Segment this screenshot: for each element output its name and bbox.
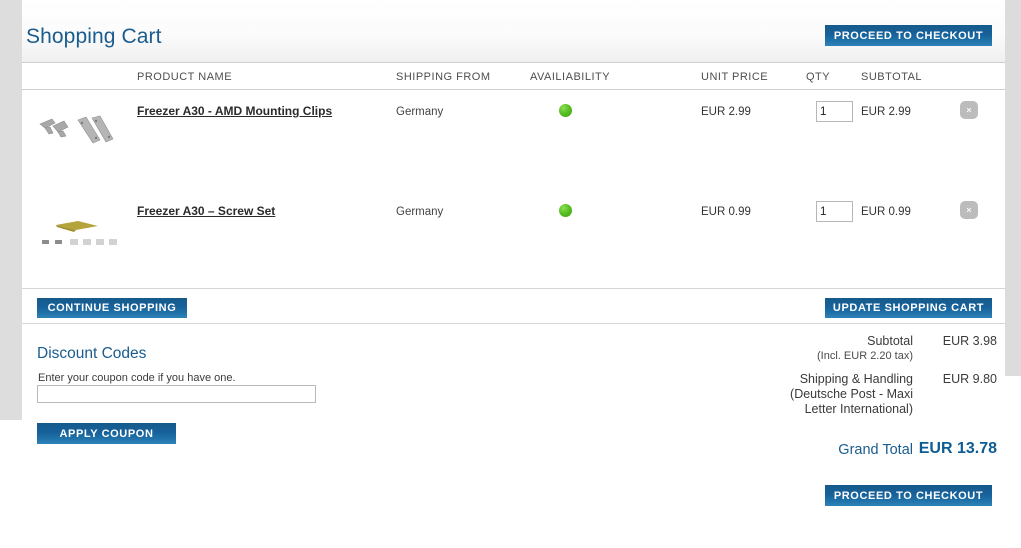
table-row: Freezer A30 – Screw Set Germany EUR 0.99…: [22, 190, 1005, 289]
status-badge-in-stock: [559, 204, 572, 217]
shopping-cart-page: Shopping Cart PROCEED TO CHECKOUT PRODUC…: [0, 0, 1021, 548]
remove-item-button[interactable]: [960, 201, 978, 219]
subtotal-label: Subtotal: [867, 334, 913, 348]
column-header-availability: AVAILIABILITY: [530, 71, 611, 83]
subtotal-value: EUR 0.99: [861, 206, 911, 218]
cart-actions-bar: CONTINUE SHOPPING UPDATE SHOPPING CART: [22, 289, 1005, 324]
shipping-amount: EUR 9.80: [942, 372, 997, 386]
column-header-qty: QTY: [806, 71, 831, 83]
table-row: Freezer A30 - AMD Mounting Clips Germany…: [22, 90, 1005, 190]
discount-codes-note: Enter your coupon code if you have one.: [38, 372, 236, 384]
discount-codes-title: Discount Codes: [37, 345, 147, 362]
shipping-method-line2: Letter International): [804, 402, 913, 416]
update-shopping-cart-button[interactable]: UPDATE SHOPPING CART: [825, 298, 992, 318]
grand-total-amount: EUR 13.78: [918, 440, 997, 457]
column-header-unit-price: UNIT PRICE: [701, 71, 769, 83]
subtotal-tax-note: (Incl. EUR 2.20 tax): [817, 350, 913, 362]
left-gutter: [0, 0, 22, 420]
shipping-label: Shipping & Handling: [799, 372, 913, 386]
cart-table-header: PRODUCT NAME SHIPPING FROM AVAILIABILITY…: [22, 62, 1005, 90]
coupon-code-input[interactable]: [37, 385, 316, 403]
column-header-product-name: PRODUCT NAME: [137, 71, 233, 83]
mounting-clips-image[interactable]: [26, 104, 126, 166]
remove-item-button[interactable]: [960, 101, 978, 119]
page-header: Shopping Cart PROCEED TO CHECKOUT: [22, 0, 1005, 62]
column-header-subtotal: SUBTOTAL: [861, 71, 923, 83]
quantity-input[interactable]: [816, 101, 853, 122]
close-icon: [966, 107, 972, 113]
cart-content: Shopping Cart PROCEED TO CHECKOUT PRODUC…: [22, 0, 1005, 548]
grand-total-label: Grand Total: [838, 442, 913, 458]
proceed-to-checkout-button-bottom[interactable]: PROCEED TO CHECKOUT: [825, 485, 992, 506]
cart-footer-section: Discount Codes Enter your coupon code if…: [22, 324, 1005, 548]
close-icon: [966, 207, 972, 213]
product-name-link[interactable]: Freezer A30 - AMD Mounting Clips: [137, 104, 332, 118]
shipping-from-value: Germany: [396, 106, 444, 118]
unit-price-value: EUR 2.99: [701, 106, 751, 118]
status-badge-in-stock: [559, 104, 572, 117]
quantity-input[interactable]: [816, 201, 853, 222]
right-gutter: [1005, 0, 1021, 376]
subtotal-amount: EUR 3.98: [942, 334, 997, 348]
unit-price-value: EUR 0.99: [701, 206, 751, 218]
shipping-from-value: Germany: [396, 206, 444, 218]
proceed-to-checkout-button-top[interactable]: PROCEED TO CHECKOUT: [825, 25, 992, 46]
continue-shopping-button[interactable]: CONTINUE SHOPPING: [37, 298, 187, 318]
column-header-shipping-from: SHIPPING FROM: [396, 71, 491, 83]
page-title: Shopping Cart: [26, 25, 162, 48]
product-name-link[interactable]: Freezer A30 – Screw Set: [137, 204, 275, 218]
shipping-method-line1: (Deutsche Post - Maxi: [790, 387, 913, 401]
subtotal-value: EUR 2.99: [861, 106, 911, 118]
apply-coupon-button[interactable]: APPLY COUPON: [37, 423, 176, 444]
screw-set-image[interactable]: [26, 204, 126, 266]
